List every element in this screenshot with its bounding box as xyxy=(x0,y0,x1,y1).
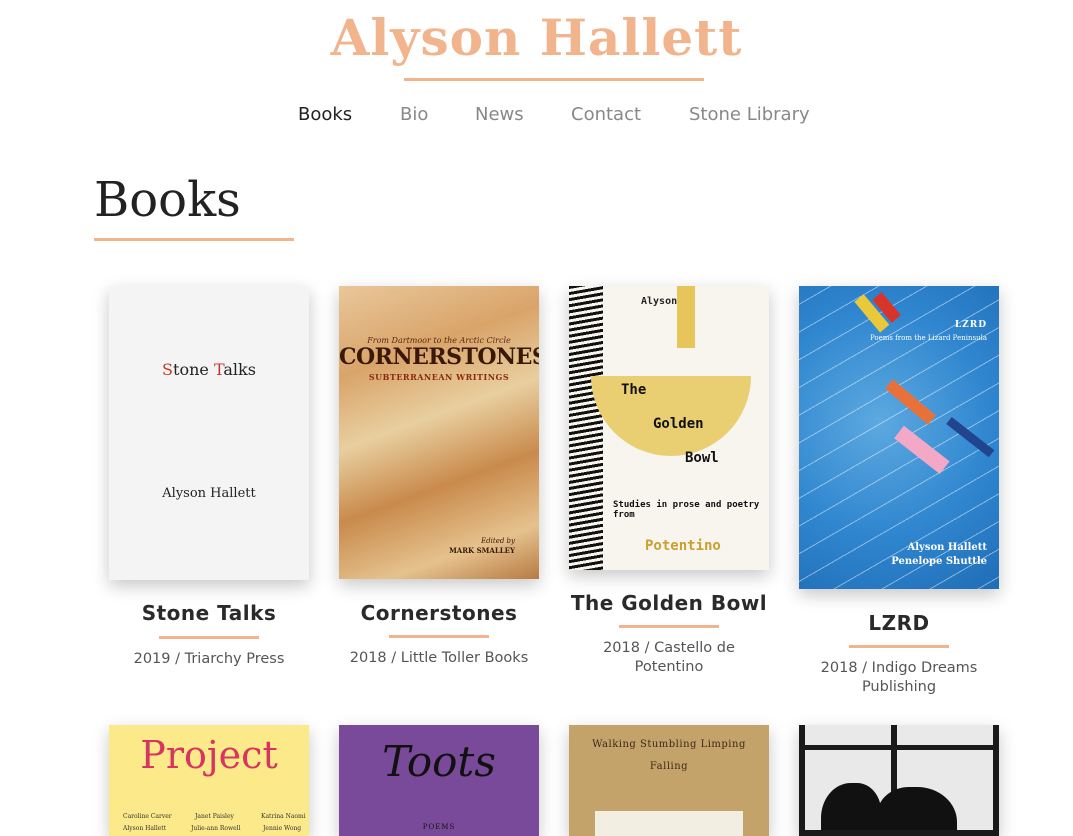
cover-author: Caroline Carver xyxy=(123,813,172,820)
book-cover[interactable]: LZRD Poems from the Lizard Peninsula Aly… xyxy=(799,286,999,589)
site-title[interactable]: Alyson Hallett xyxy=(0,6,1073,70)
book-meta-line: 2018 / Indigo Dreams xyxy=(820,660,978,676)
book-meta: 2019 / Triarchy Press xyxy=(133,651,285,667)
book-cover[interactable]: From Dartmoor to the Arctic Circle CORNE… xyxy=(339,286,539,579)
cover-editor: MARK SMALLEY xyxy=(449,546,515,555)
cover-subtitle: Poems from the Lizard Peninsula xyxy=(869,334,987,342)
cover-subtitle: POEMS xyxy=(422,823,456,831)
book-meta: 2018 / Little Toller Books xyxy=(349,650,529,666)
book-cover[interactable]: Alyson The Golden Bowl Studies in prose … xyxy=(569,286,769,570)
book-cover[interactable] xyxy=(799,725,999,836)
book-title[interactable]: Cornerstones xyxy=(319,600,559,626)
book-meta-line: Publishing xyxy=(861,679,937,695)
nav-item-news[interactable]: News xyxy=(475,102,524,128)
cover-author: Alyson Hallett xyxy=(123,825,167,832)
cover-place: Potentino xyxy=(645,538,721,554)
book-cover[interactable]: Toots POEMS xyxy=(339,725,539,836)
cover-author-band xyxy=(677,286,695,348)
nav-item-contact[interactable]: Contact xyxy=(571,102,641,128)
cover-author: Janet Paisley xyxy=(195,813,234,820)
book-meta-line: 2018 / Castello de xyxy=(603,640,735,656)
cover-author: Katrina Naomi xyxy=(261,813,306,820)
title-underline xyxy=(404,78,704,81)
book-title[interactable]: Stone Talks xyxy=(89,600,329,626)
book-title-underline xyxy=(159,636,259,639)
cover-title: Walking Stumbling Limping xyxy=(592,739,746,750)
cover-subtitle: Studies in prose and poetry from xyxy=(613,500,760,520)
book-title-underline xyxy=(619,625,719,628)
cover-subtitle: SUBTERRANEAN WRITINGS xyxy=(368,372,510,382)
cover-title: Stone Talks xyxy=(162,360,256,379)
page-title: Books xyxy=(94,172,241,228)
cover-title: LZRD xyxy=(954,320,987,330)
cover-editor-label: Edited by xyxy=(481,537,515,545)
tree-illustration xyxy=(569,286,603,570)
cover-author: Penelope Shuttle xyxy=(891,556,987,567)
book-title-underline xyxy=(389,635,489,638)
heading-underline xyxy=(94,238,294,241)
nav-item-bio[interactable]: Bio xyxy=(400,102,428,128)
book-cover[interactable]: Walking Stumbling Limping Falling xyxy=(569,725,769,836)
cover-author: Alyson Hallett xyxy=(162,486,256,501)
book-title-underline xyxy=(849,645,949,648)
cover-title-word: The xyxy=(621,382,647,398)
cover-title-word: Bowl xyxy=(685,450,719,466)
cover-author: Jennie Wong xyxy=(263,825,302,832)
cover-author: Julie-ann Rowell xyxy=(191,825,241,832)
nav-item-books[interactable]: Books xyxy=(298,102,352,128)
book-title[interactable]: LZRD xyxy=(779,610,1019,636)
cover-title: Project xyxy=(140,733,278,777)
cover-title: Toots xyxy=(382,737,496,786)
book-meta: 2018 / Castello de Potentino xyxy=(559,639,779,677)
cover-illustration xyxy=(595,811,743,836)
book-meta: 2018 / Indigo Dreams Publishing xyxy=(789,659,1009,697)
cover-title: CORNERSTONES xyxy=(339,344,539,370)
window-frame xyxy=(799,725,999,836)
book-cover[interactable]: Stone Talks Alyson Hallett xyxy=(109,286,309,580)
book-cover[interactable]: Project Caroline Carver Janet Paisley Ka… xyxy=(109,725,309,836)
book-title[interactable]: The Golden Bowl xyxy=(549,590,789,616)
cover-title-word: Golden xyxy=(653,416,704,432)
cover-author: Alyson Hallett xyxy=(907,542,987,553)
cover-title: Falling xyxy=(649,761,689,772)
main-nav: Books Bio News Contact Stone Library xyxy=(0,102,1073,128)
nav-item-stone-library[interactable]: Stone Library xyxy=(689,102,810,128)
book-meta-line: Potentino xyxy=(634,659,704,675)
cover-author: Alyson xyxy=(641,296,678,307)
